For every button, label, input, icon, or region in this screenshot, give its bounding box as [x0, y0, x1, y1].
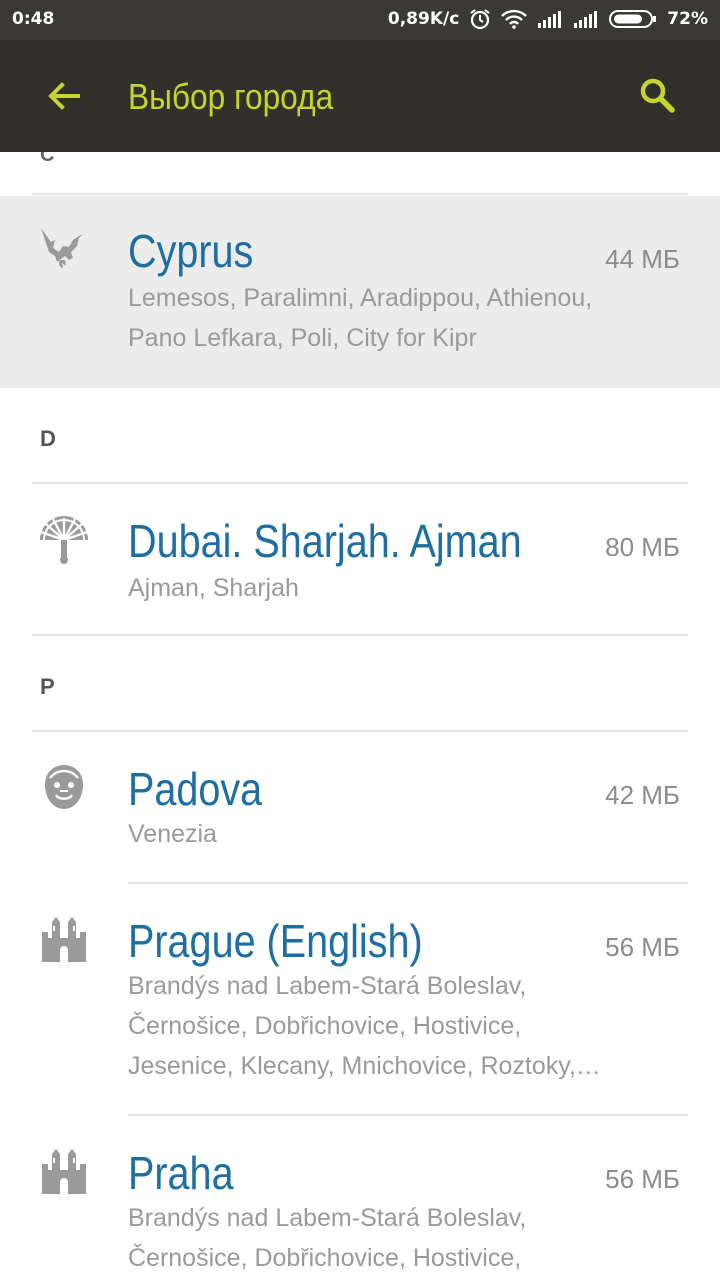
- city-name: Padova: [128, 763, 263, 815]
- app-bar: Выбор города: [0, 40, 720, 152]
- battery-percent: 72%: [667, 9, 708, 29]
- back-button[interactable]: [36, 72, 92, 120]
- city-subtitle-line: Pano Lefkara, Poli, City for Kipr: [128, 324, 477, 352]
- status-bar: 0:48 0,89K/c 72%: [0, 0, 720, 40]
- city-subtitle-line: Lemesos, Paralimni, Aradippou, Athienou,: [128, 284, 593, 312]
- section-header-d: D: [40, 426, 56, 451]
- battery-icon: [609, 9, 657, 29]
- city-row-cyprus[interactable]: Cyprus 44 МБ Lemesos, Paralimni, Aradipp…: [0, 196, 720, 388]
- city-name: Cyprus: [128, 225, 254, 277]
- city-subtitles: Ajman, Sharjah: [128, 568, 676, 608]
- city-subtitles: Venezia: [128, 814, 676, 854]
- city-size: 44 МБ: [605, 244, 680, 274]
- search-button[interactable]: [636, 74, 684, 122]
- signal-icon: [573, 10, 599, 28]
- wifi-icon: [501, 9, 528, 29]
- palm-island-icon: [38, 514, 90, 566]
- city-name: Praha: [128, 1147, 234, 1199]
- city-subtitle-line: Černošice, Dobřichovice, Hostivice,: [128, 1244, 522, 1272]
- city-name: Dubai. Sharjah. Ajman: [128, 515, 522, 567]
- back-arrow-icon: [36, 82, 84, 120]
- city-subtitle-line: Jesenice, Klecany, Mnichovice, Roztoky,…: [128, 1052, 601, 1080]
- city-row-padova[interactable]: Padova 42 МБ Venezia: [0, 732, 720, 882]
- city-subtitle-line: Ajman, Sharjah: [128, 574, 299, 602]
- city-name: Prague (English): [128, 915, 423, 967]
- search-icon: [636, 78, 680, 122]
- city-subtitle-line: Brandýs nad Labem-Stará Boleslav,: [128, 1204, 527, 1232]
- monkey-head-icon: [38, 762, 90, 814]
- castle-icon: [38, 914, 90, 966]
- eagle-icon: [38, 224, 90, 276]
- signal-icon: [537, 10, 563, 28]
- page-title: Выбор города: [128, 76, 334, 117]
- city-subtitles: Brandýs nad Labem-Stará Boleslav, Černoš…: [128, 966, 676, 1086]
- city-row-praha[interactable]: Praha 56 МБ Brandýs nad Labem-Stará Bole…: [0, 1116, 720, 1280]
- divider: [32, 634, 688, 636]
- city-list[interactable]: C Cyprus 44 МБ Lemesos, Paralimni, Aradi…: [0, 152, 720, 1280]
- castle-icon: [38, 1146, 90, 1198]
- section-header-p: P: [40, 674, 55, 699]
- city-subtitles: Lemesos, Paralimni, Aradippou, Athienou,…: [128, 278, 676, 358]
- city-subtitle-line: Brandýs nad Labem-Stará Boleslav,: [128, 972, 527, 1000]
- alarm-icon: [469, 8, 491, 30]
- city-row-dubai[interactable]: Dubai. Sharjah. Ajman 80 МБ Ajman, Sharj…: [0, 484, 720, 634]
- city-row-prague-english[interactable]: Prague (English) 56 МБ Brandýs nad Labem…: [0, 884, 720, 1116]
- city-subtitle-line: Venezia: [128, 820, 217, 848]
- divider: [32, 193, 688, 195]
- city-subtitle-line: Černošice, Dobřichovice, Hostivice,: [128, 1012, 522, 1040]
- network-speed: 0,89K/c: [387, 9, 460, 29]
- status-right: 0,89K/c 72%: [388, 8, 708, 30]
- status-time: 0:48: [12, 9, 55, 29]
- city-size: 42 МБ: [605, 780, 680, 810]
- city-size: 56 МБ: [605, 932, 680, 962]
- section-header-partial: C: [40, 152, 55, 166]
- city-subtitles: Brandýs nad Labem-Stará Boleslav, Černoš…: [128, 1198, 676, 1278]
- city-size: 80 МБ: [605, 532, 680, 562]
- city-size: 56 МБ: [605, 1164, 680, 1194]
